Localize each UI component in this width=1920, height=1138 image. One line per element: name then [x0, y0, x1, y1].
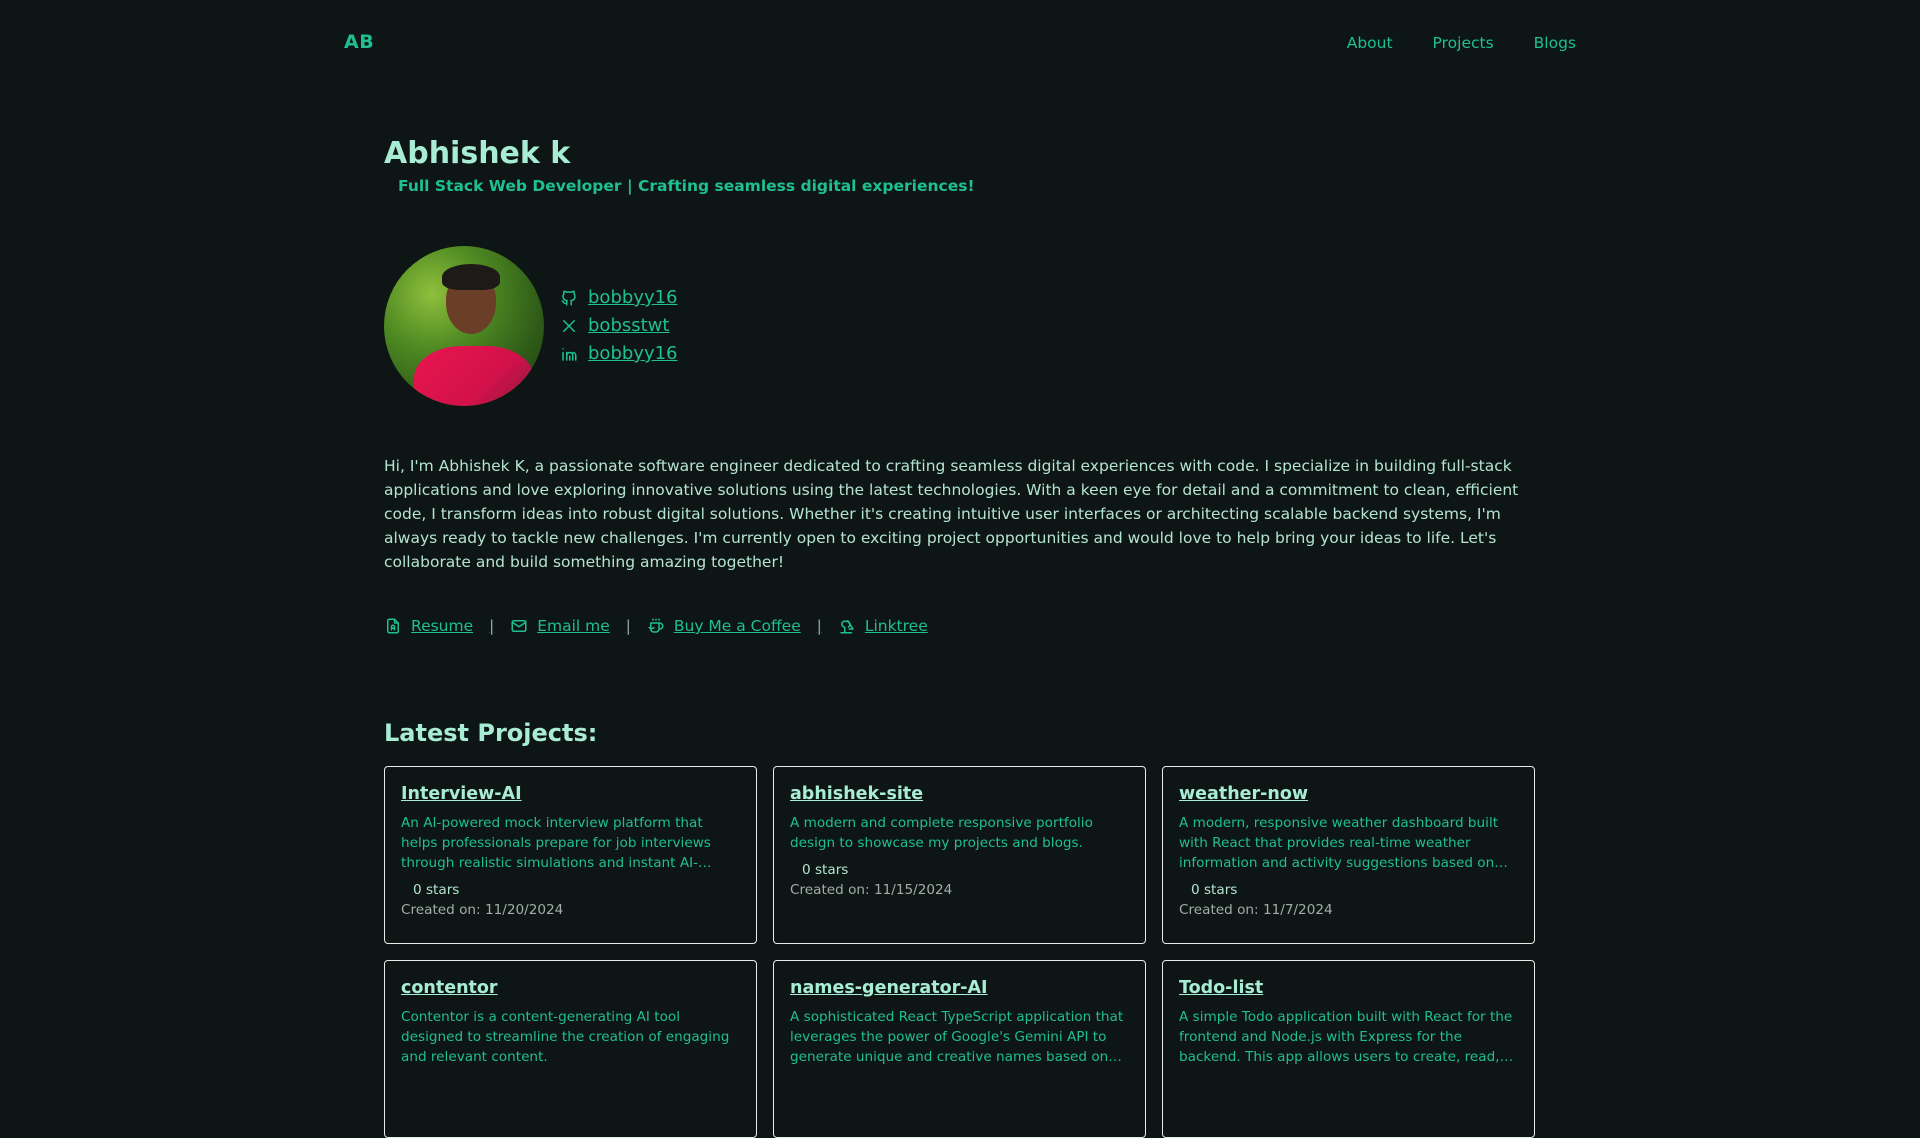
linkedin-icon: [562, 347, 577, 361]
github-link[interactable]: bobbyy16: [588, 287, 678, 308]
profile-tagline: Full Stack Web Developer | Crafting seam…: [398, 177, 975, 195]
mail-icon: [511, 620, 527, 632]
project-card: abhishek-site A modern and complete resp…: [773, 766, 1146, 944]
projects-grid: Interview-AI An AI-powered mock intervie…: [384, 766, 1536, 1138]
profile-name: Abhishek k: [384, 136, 571, 171]
avatar-hair: [442, 264, 500, 290]
email-item: Email me: [510, 617, 610, 635]
project-title-link[interactable]: names-generator-AI: [790, 978, 988, 998]
project-title-link[interactable]: abhishek-site: [790, 784, 923, 804]
social-links: bobbyy16 bobsstwt bobbyy16: [560, 286, 678, 365]
project-description: A modern and complete responsive portfol…: [790, 815, 1093, 851]
project-stars: 0 stars: [1191, 882, 1238, 898]
project-card: weather-now A modern, responsive weather…: [1162, 766, 1535, 944]
resume-item: Resume: [384, 617, 473, 635]
nav-about[interactable]: About: [1347, 34, 1393, 52]
project-description: An AI-powered mock interview platform th…: [401, 815, 711, 871]
project-title-link[interactable]: Todo-list: [1179, 978, 1263, 998]
resume-icon: [387, 618, 399, 634]
project-description: Contentor is a content-generating AI too…: [401, 1009, 730, 1065]
main-nav: About Projects Blogs: [1347, 34, 1576, 52]
bio-text: Hi, I'm Abhishek K, a passionate softwar…: [384, 457, 1519, 571]
project-title-link[interactable]: contentor: [401, 978, 498, 998]
project-title-link[interactable]: Interview-AI: [401, 784, 522, 804]
separator: |: [489, 617, 495, 635]
x-icon: [563, 319, 575, 332]
project-title-link[interactable]: weather-now: [1179, 784, 1308, 804]
project-description: A sophisticated React TypeScript applica…: [790, 1009, 1124, 1065]
linkedin-link[interactable]: bobbyy16: [588, 343, 678, 364]
separator: |: [816, 617, 822, 635]
project-date: Created on: 11/20/2024: [401, 902, 564, 918]
avatar-shirt: [414, 346, 534, 406]
linktree-item: Linktree: [838, 617, 928, 635]
logo-link[interactable]: AB: [344, 31, 374, 53]
project-date: Created on: 11/7/2024: [1179, 902, 1333, 918]
social-github: bobbyy16: [560, 286, 678, 309]
social-x: bobsstwt: [560, 314, 678, 337]
separator: |: [625, 617, 631, 635]
nav-projects[interactable]: Projects: [1433, 34, 1494, 52]
projects-heading: Latest Projects:: [384, 719, 598, 747]
contact-links: Resume | Email me | Buy Me a Coffee | Li…: [384, 614, 928, 638]
site-header: AB About Projects Blogs: [0, 0, 1920, 88]
project-card: contentor Contentor is a content-generat…: [384, 960, 757, 1138]
nav-blogs[interactable]: Blogs: [1534, 34, 1576, 52]
project-card: names-generator-AI A sophisticated React…: [773, 960, 1146, 1138]
coffee-icon: [648, 618, 664, 633]
social-linkedin: bobbyy16: [560, 342, 678, 365]
resume-link[interactable]: Resume: [411, 617, 473, 635]
project-date: Created on: 11/15/2024: [790, 882, 953, 898]
github-icon: [561, 290, 576, 305]
project-description: A modern, responsive weather dashboard b…: [1179, 815, 1499, 871]
project-stars: 0 stars: [413, 882, 460, 898]
tree-icon: [840, 620, 854, 634]
project-description: A simple Todo application built with Rea…: [1179, 1009, 1513, 1065]
linktree-link[interactable]: Linktree: [865, 617, 928, 635]
project-card: Todo-list A simple Todo application buil…: [1162, 960, 1535, 1138]
coffee-item: Buy Me a Coffee: [647, 617, 801, 635]
coffee-link[interactable]: Buy Me a Coffee: [674, 617, 801, 635]
project-card: Interview-AI An AI-powered mock intervie…: [384, 766, 757, 944]
x-link[interactable]: bobsstwt: [588, 315, 669, 336]
email-link[interactable]: Email me: [537, 617, 610, 635]
project-stars: 0 stars: [802, 862, 849, 878]
avatar: [384, 246, 544, 406]
